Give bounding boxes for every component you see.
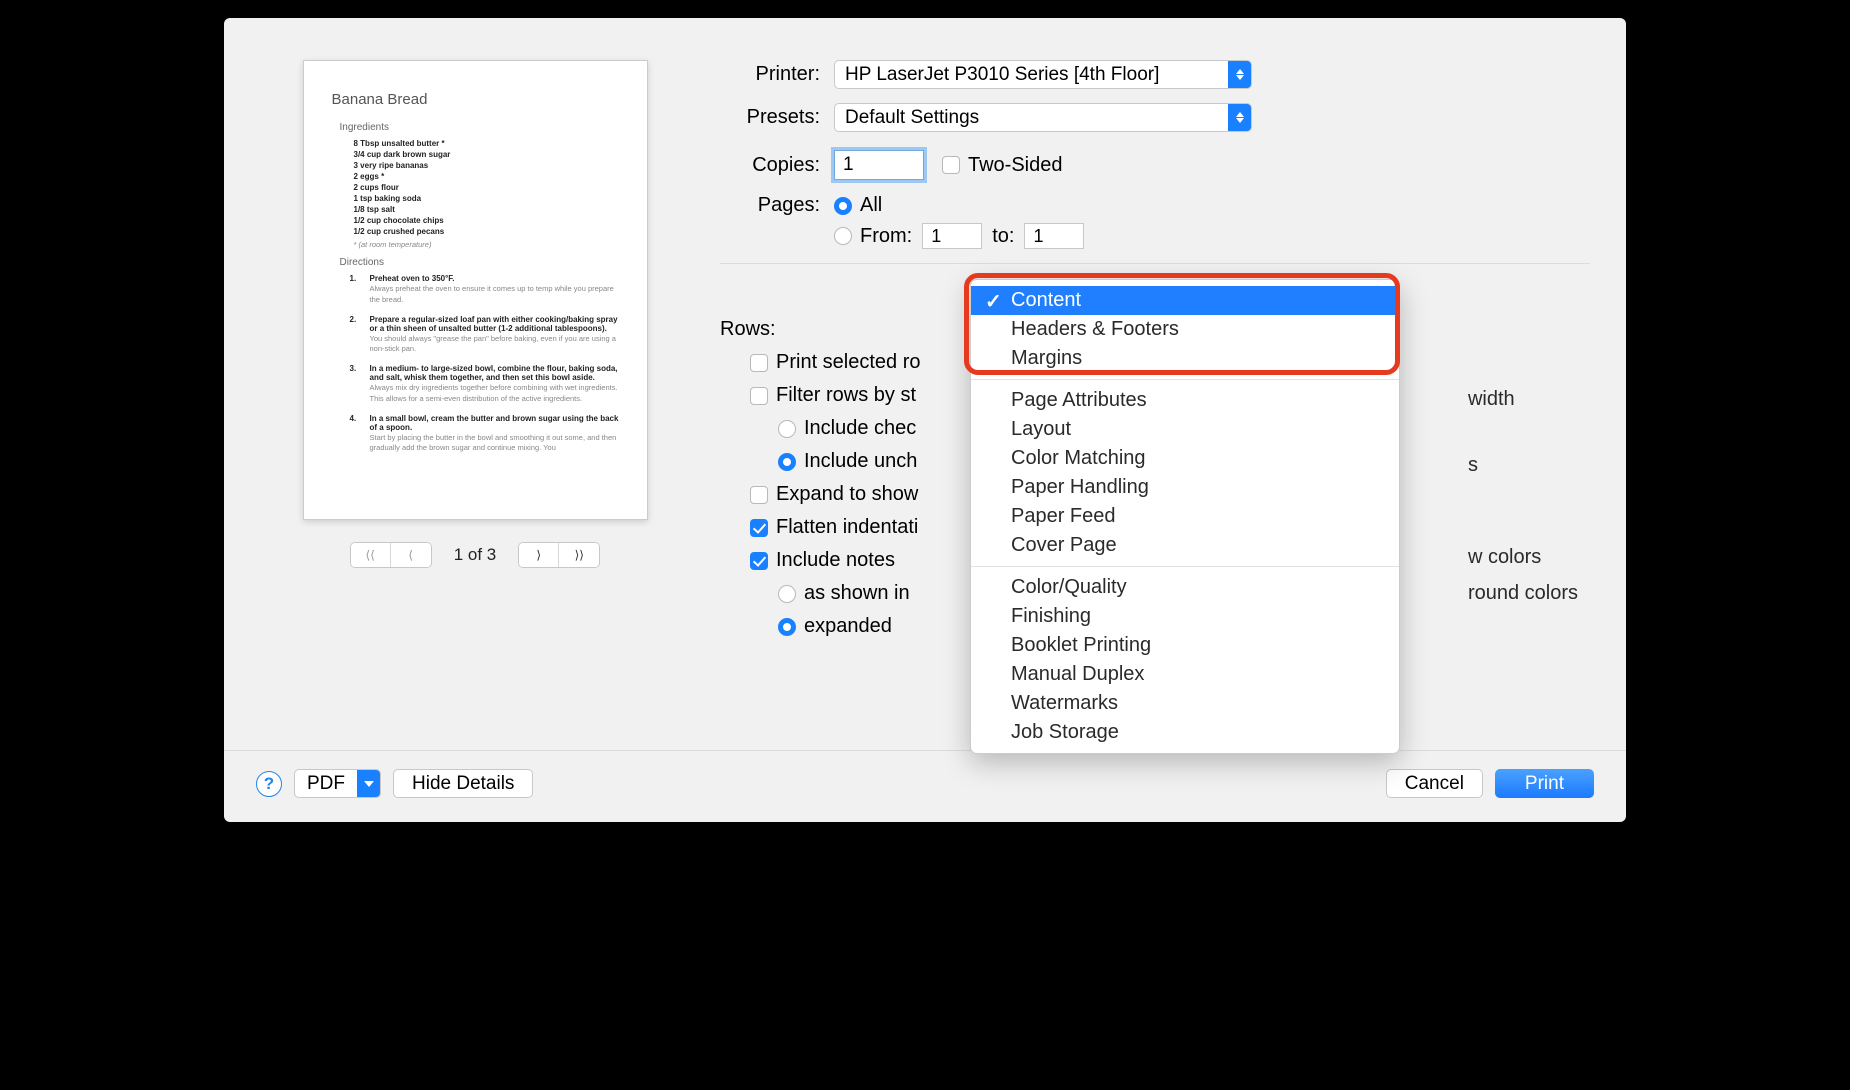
menu-item-color-quality[interactable]: Color/Quality (971, 573, 1399, 602)
presets-select[interactable]: Default Settings (834, 103, 1252, 132)
preview-ingredients-heading: Ingredients (340, 122, 619, 133)
hide-details-button[interactable]: Hide Details (393, 769, 533, 798)
dialog-footer: ? PDF Hide Details Cancel Print (224, 750, 1626, 822)
section-divider (720, 263, 1590, 264)
menu-item-color-matching[interactable]: Color Matching (971, 444, 1399, 473)
two-sided-checkbox[interactable] (942, 156, 960, 174)
include-checked-radio[interactable] (778, 420, 796, 438)
partial-s-text: s (1468, 452, 1578, 478)
print-button[interactable]: Print (1495, 769, 1594, 798)
filter-rows-label: Filter rows by st (776, 384, 916, 407)
pages-all-radio[interactable] (834, 197, 852, 215)
preview-pager: ⟨⟨ ⟨ 1 of 3 ⟩ ⟩⟩ (350, 542, 601, 568)
menu-item-headers-footers[interactable]: Headers & Footers (971, 315, 1399, 344)
pdf-label: PDF (295, 773, 357, 795)
right-side-options-partial: width s w colors round colors (1468, 386, 1578, 616)
preview-steps: Preheat oven to 350°F.Always preheat the… (364, 274, 619, 453)
print-panel-dropdown-menu: Content Headers & Footers Margins Page A… (970, 279, 1400, 754)
pages-from-input[interactable] (922, 223, 982, 249)
chevron-updown-icon (1228, 104, 1251, 131)
flatten-indentation-checkbox[interactable] (750, 519, 768, 537)
print-selected-rows-checkbox[interactable] (750, 354, 768, 372)
expand-to-show-label: Expand to show (776, 483, 918, 506)
include-unchecked-label: Include unch (804, 450, 917, 473)
include-checked-label: Include chec (804, 417, 916, 440)
include-notes-checkbox[interactable] (750, 552, 768, 570)
print-dialog: Banana Bread Ingredients 8 Tbsp unsalted… (224, 18, 1626, 822)
menu-item-finishing[interactable]: Finishing (971, 602, 1399, 631)
pages-from-label: From: (860, 225, 912, 248)
preview-ingredient: 3 very ripe bananas (354, 161, 619, 170)
cancel-button[interactable]: Cancel (1386, 769, 1483, 798)
menu-separator (971, 379, 1399, 380)
pdf-dropdown[interactable]: PDF (294, 769, 381, 798)
menu-item-manual-duplex[interactable]: Manual Duplex (971, 660, 1399, 689)
printer-label: Printer: (720, 63, 820, 86)
print-preview-column: Banana Bread Ingredients 8 Tbsp unsalted… (260, 42, 690, 740)
preview-ingredient: 2 cups flour (354, 183, 619, 192)
pages-all-label: All (860, 194, 882, 217)
preview-doc-title: Banana Bread (332, 91, 619, 108)
last-page-button[interactable]: ⟩⟩ (559, 543, 599, 567)
menu-item-page-attributes[interactable]: Page Attributes (971, 386, 1399, 415)
printer-value: HP LaserJet P3010 Series [4th Floor] (835, 64, 1228, 86)
presets-label: Presets: (720, 106, 820, 129)
menu-item-margins[interactable]: Margins (971, 344, 1399, 373)
menu-item-paper-feed[interactable]: Paper Feed (971, 502, 1399, 531)
preview-ingredient: 1/8 tsp salt (354, 205, 619, 214)
menu-separator (971, 566, 1399, 567)
pages-to-input[interactable] (1024, 223, 1084, 249)
notes-as-shown-radio[interactable] (778, 585, 796, 603)
menu-item-content[interactable]: Content (971, 286, 1399, 315)
chevron-down-icon (357, 770, 380, 797)
preview-ingredient: 2 eggs * (354, 172, 619, 181)
print-selected-rows-label: Print selected ro (776, 351, 921, 374)
preview-ingredient: 1 tsp baking soda (354, 194, 619, 203)
preview-directions-heading: Directions (340, 257, 619, 268)
notes-expanded-radio[interactable] (778, 618, 796, 636)
pager-fwd-group: ⟩ ⟩⟩ (518, 542, 600, 568)
notes-expanded-label: expanded (804, 615, 892, 638)
next-page-button[interactable]: ⟩ (519, 543, 559, 567)
dialog-main: Banana Bread Ingredients 8 Tbsp unsalted… (224, 18, 1626, 750)
preview-ingredient: 3/4 cup dark brown sugar (354, 150, 619, 159)
help-button[interactable]: ? (256, 771, 282, 797)
menu-item-watermarks[interactable]: Watermarks (971, 689, 1399, 718)
chevron-updown-icon (1228, 61, 1251, 88)
pages-to-label: to: (992, 225, 1014, 248)
pager-back-group: ⟨⟨ ⟨ (350, 542, 432, 568)
partial-wcolors-text: w colors (1468, 544, 1578, 570)
menu-item-job-storage[interactable]: Job Storage (971, 718, 1399, 747)
pager-label: 1 of 3 (454, 545, 497, 565)
preview-ingredient: 1/2 cup crushed pecans (354, 227, 619, 236)
preview-ingredients-note: * (at room temperature) (354, 240, 619, 249)
menu-item-booklet-printing[interactable]: Booklet Printing (971, 631, 1399, 660)
copies-input[interactable] (834, 150, 924, 180)
print-preview-page: Banana Bread Ingredients 8 Tbsp unsalted… (303, 60, 648, 520)
presets-value: Default Settings (835, 107, 1228, 129)
menu-item-cover-page[interactable]: Cover Page (971, 531, 1399, 560)
menu-item-layout[interactable]: Layout (971, 415, 1399, 444)
notes-as-shown-label: as shown in (804, 582, 910, 605)
include-unchecked-radio[interactable] (778, 453, 796, 471)
partial-roundcolors-text: round colors (1468, 580, 1578, 606)
menu-item-paper-handling[interactable]: Paper Handling (971, 473, 1399, 502)
pages-label: Pages: (720, 194, 820, 217)
expand-to-show-checkbox[interactable] (750, 486, 768, 504)
first-page-button[interactable]: ⟨⟨ (351, 543, 391, 567)
copies-label: Copies: (720, 154, 820, 177)
pages-from-radio[interactable] (834, 227, 852, 245)
flatten-indentation-label: Flatten indentati (776, 516, 918, 539)
include-notes-label: Include notes (776, 549, 895, 572)
two-sided-label: Two-Sided (968, 154, 1063, 177)
partial-width-text: width (1468, 386, 1578, 412)
printer-select[interactable]: HP LaserJet P3010 Series [4th Floor] (834, 60, 1252, 89)
prev-page-button[interactable]: ⟨ (391, 543, 431, 567)
preview-ingredient: 8 Tbsp unsalted butter * (354, 139, 619, 148)
preview-ingredient: 1/2 cup chocolate chips (354, 216, 619, 225)
filter-rows-checkbox[interactable] (750, 387, 768, 405)
